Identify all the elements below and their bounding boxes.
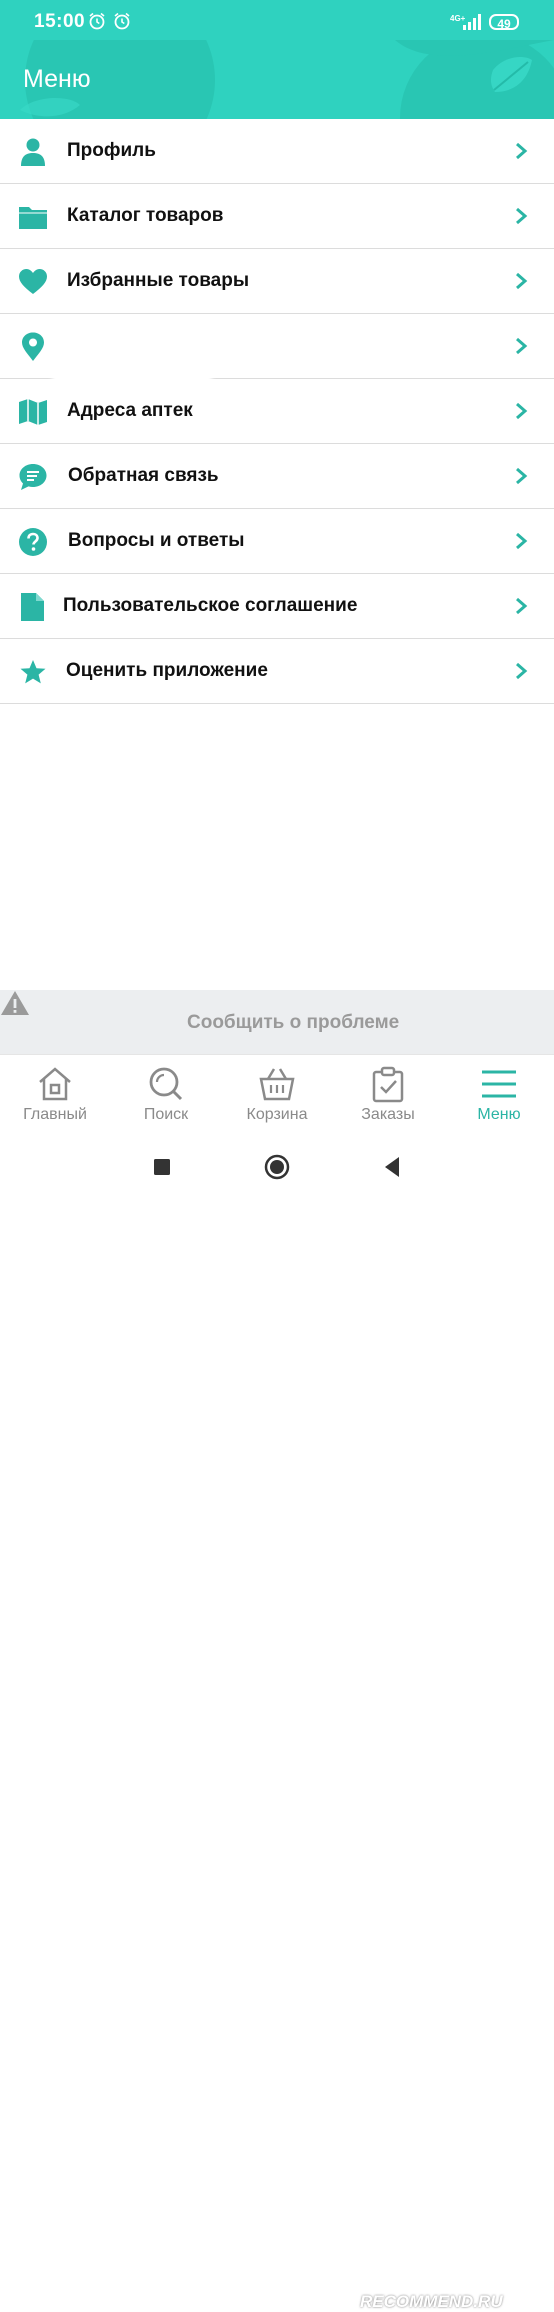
signal-icon bbox=[463, 14, 481, 30]
person-icon bbox=[21, 138, 45, 166]
menu-item-user-agreement[interactable]: Пользовательское соглашение bbox=[0, 574, 554, 639]
document-icon bbox=[21, 593, 44, 621]
menu-item-label: Адреса аптек bbox=[67, 400, 193, 421]
menu-icon bbox=[482, 1070, 516, 1098]
page-title: Меню bbox=[23, 65, 91, 93]
tab-label: Поиск bbox=[143, 1106, 189, 1123]
status-bar: 15:00 4G+ 49 bbox=[0, 0, 554, 40]
tab-menu[interactable]: Меню bbox=[444, 1055, 554, 1135]
watermark: RECOMMEND.RU bbox=[360, 2292, 503, 2311]
menu-item-label: Вопросы и ответы bbox=[68, 530, 245, 551]
heart-icon bbox=[19, 269, 47, 294]
warning-icon bbox=[1, 991, 29, 1015]
menu-list: Профиль Каталог товаров Избранные товары… bbox=[0, 119, 554, 704]
chevron-right-icon bbox=[516, 142, 528, 160]
menu-item-feedback[interactable]: Обратная связь bbox=[0, 444, 554, 509]
menu-item-label: Пользовательское соглашение bbox=[63, 595, 358, 616]
system-nav-bar: RECOMMEND.RU bbox=[0, 1134, 554, 2311]
tab-label: Главный bbox=[23, 1106, 87, 1123]
chevron-right-icon bbox=[516, 467, 528, 485]
app-header: Меню bbox=[0, 40, 554, 119]
battery-indicator: 49 bbox=[489, 14, 519, 31]
tab-label: Меню bbox=[477, 1106, 521, 1123]
chevron-right-icon bbox=[516, 207, 528, 225]
location-pin-icon bbox=[22, 332, 44, 361]
menu-item-label: Профиль bbox=[67, 140, 156, 161]
alarm-icon bbox=[114, 12, 130, 30]
chevron-right-icon bbox=[516, 662, 528, 680]
menu-item-label: Оценить приложение bbox=[66, 660, 268, 681]
chevron-right-icon bbox=[516, 402, 528, 420]
recent-apps-button[interactable] bbox=[153, 1158, 171, 1176]
menu-item-favorites[interactable]: Избранные товары bbox=[0, 249, 554, 314]
map-icon bbox=[19, 399, 47, 425]
status-time: 15:00 bbox=[34, 11, 86, 32]
chevron-right-icon bbox=[516, 532, 528, 550]
question-icon bbox=[19, 528, 47, 556]
folder-icon bbox=[19, 207, 47, 229]
orders-icon bbox=[372, 1066, 404, 1103]
chevron-right-icon bbox=[516, 272, 528, 290]
tab-orders[interactable]: Заказы bbox=[333, 1055, 443, 1135]
home-icon bbox=[39, 1067, 71, 1101]
star-icon bbox=[20, 660, 46, 684]
menu-item-label: Каталог товаров bbox=[67, 205, 224, 226]
tab-label: Корзина bbox=[246, 1106, 308, 1123]
menu-item-profile[interactable]: Профиль bbox=[0, 119, 554, 184]
tab-home[interactable]: Главный bbox=[0, 1055, 110, 1135]
tab-cart[interactable]: Корзина bbox=[222, 1055, 332, 1135]
search-icon bbox=[149, 1067, 183, 1101]
menu-item-label: Обратная связь bbox=[68, 465, 219, 486]
menu-item-rate-app[interactable]: Оценить приложение bbox=[0, 639, 554, 704]
menu-item-label: Избранные товары bbox=[67, 270, 250, 291]
tab-label: Заказы bbox=[361, 1106, 415, 1123]
chevron-right-icon bbox=[516, 597, 528, 615]
tab-search[interactable]: Поиск bbox=[111, 1055, 221, 1135]
report-problem-label: Сообщить о проблеме bbox=[187, 1012, 400, 1033]
menu-item-pharmacy-addresses[interactable]: Адреса аптек bbox=[0, 379, 554, 444]
alarm-icon bbox=[89, 12, 105, 30]
chat-icon bbox=[19, 464, 47, 490]
redacted-area bbox=[52, 330, 212, 385]
menu-item-catalog[interactable]: Каталог товаров bbox=[0, 184, 554, 249]
home-button[interactable] bbox=[264, 1154, 290, 1180]
menu-item-faq[interactable]: Вопросы и ответы bbox=[0, 509, 554, 574]
bottom-tab-bar: Главный Поиск Корзина Заказы Меню bbox=[0, 1054, 554, 1135]
basket-icon bbox=[259, 1068, 295, 1101]
back-button[interactable] bbox=[383, 1156, 401, 1178]
chevron-right-icon bbox=[516, 337, 528, 355]
